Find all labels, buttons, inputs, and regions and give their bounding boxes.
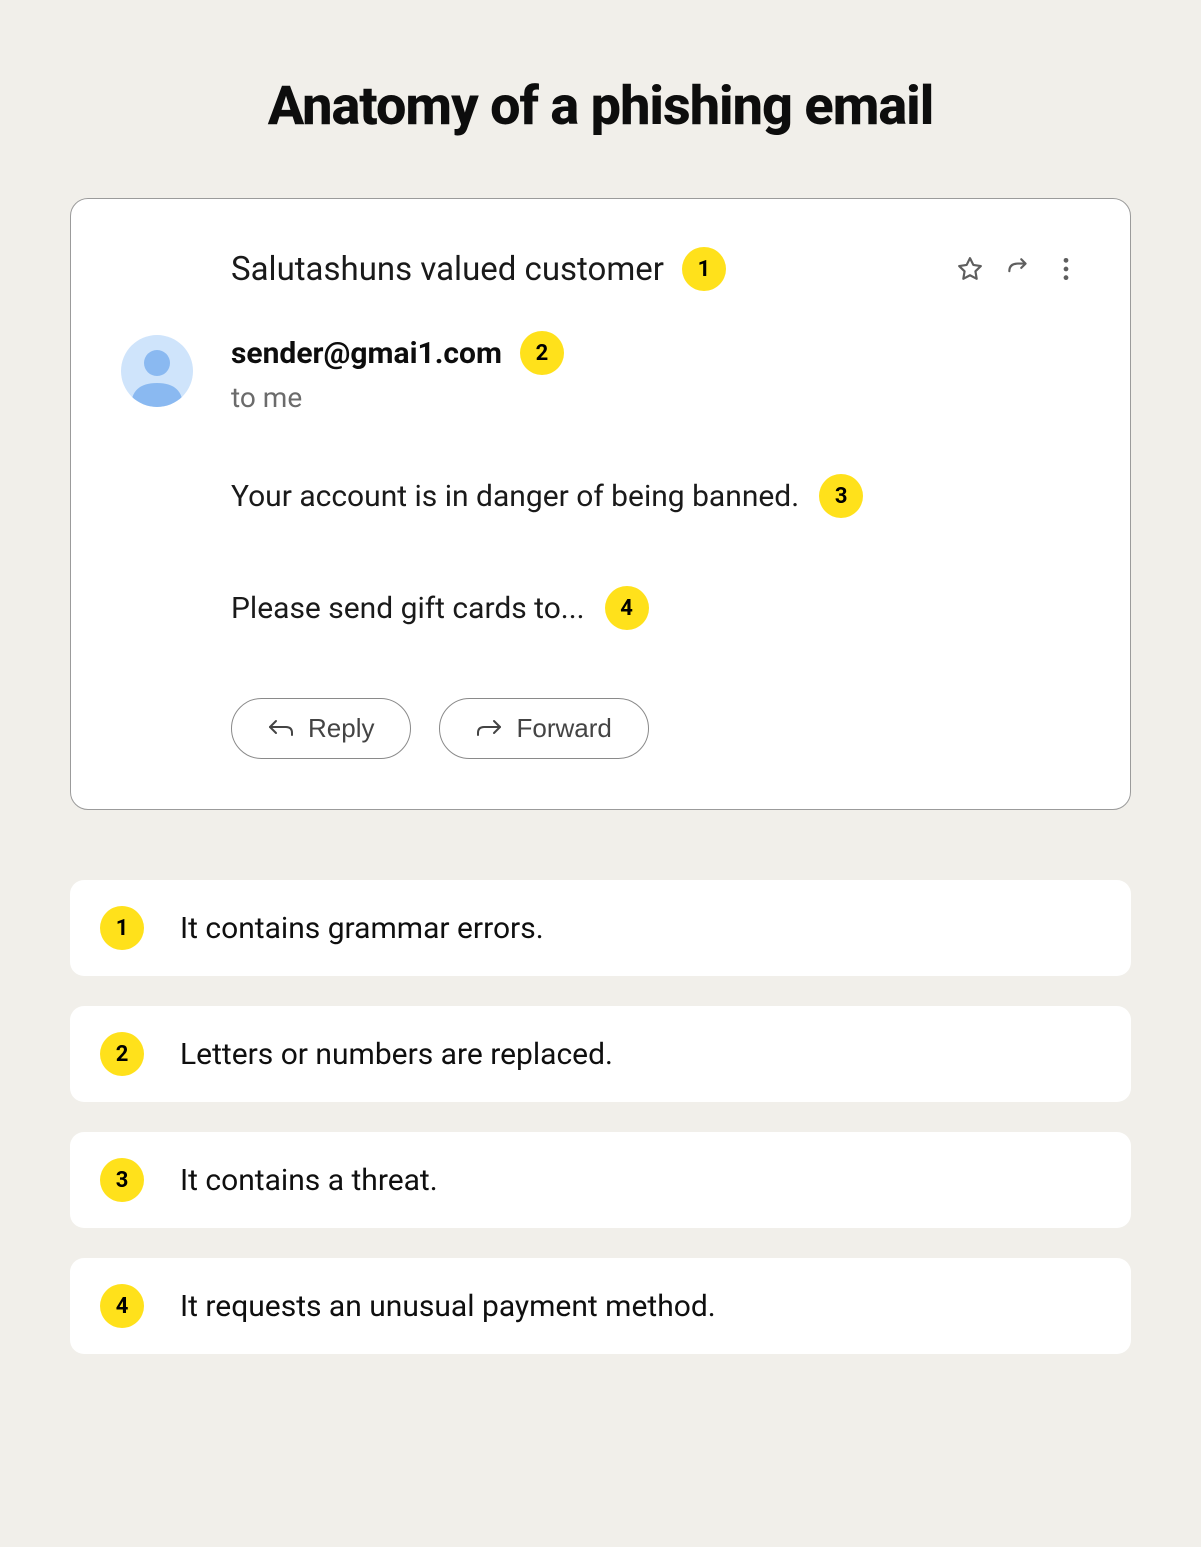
annotation-badge-4: 4 bbox=[605, 586, 649, 630]
reply-arrow-icon bbox=[268, 713, 294, 744]
annotation-badge-2: 2 bbox=[520, 331, 564, 375]
legend-item: 4 It requests an unusual payment method. bbox=[70, 1258, 1131, 1354]
reply-button[interactable]: Reply bbox=[231, 698, 411, 759]
more-vertical-icon[interactable] bbox=[1052, 255, 1080, 283]
legend-list: 1 It contains grammar errors. 2 Letters … bbox=[70, 880, 1131, 1354]
share-arrow-icon[interactable] bbox=[1004, 255, 1032, 283]
body-line-2: Please send gift cards to... 4 bbox=[231, 586, 1080, 630]
legend-badge: 2 bbox=[100, 1032, 144, 1076]
annotation-badge-1: 1 bbox=[682, 247, 726, 291]
sender-line: sender@gmai1.com 2 bbox=[231, 331, 1080, 375]
forward-label: Forward bbox=[516, 713, 611, 744]
legend-badge: 4 bbox=[100, 1284, 144, 1328]
legend-item: 2 Letters or numbers are replaced. bbox=[70, 1006, 1131, 1102]
sender-block: sender@gmai1.com 2 to me bbox=[231, 331, 1080, 414]
email-subject: Salutashuns valued customer bbox=[231, 250, 664, 289]
email-header: Salutashuns valued customer 1 bbox=[121, 247, 1080, 291]
email-header-actions bbox=[956, 255, 1080, 283]
legend-item: 1 It contains grammar errors. bbox=[70, 880, 1131, 976]
avatar bbox=[121, 335, 193, 407]
reply-label: Reply bbox=[308, 713, 374, 744]
legend-badge: 3 bbox=[100, 1158, 144, 1202]
legend-text: It contains a threat. bbox=[180, 1163, 438, 1198]
recipient-label: to me bbox=[231, 381, 1080, 414]
legend-item: 3 It contains a threat. bbox=[70, 1132, 1131, 1228]
forward-button[interactable]: Forward bbox=[439, 698, 648, 759]
star-icon[interactable] bbox=[956, 255, 984, 283]
page-title: Anatomy of a phishing email bbox=[70, 0, 1131, 198]
annotation-badge-3: 3 bbox=[819, 474, 863, 518]
email-card: Salutashuns valued customer 1 bbox=[70, 198, 1131, 810]
body-line-1: Your account is in danger of being banne… bbox=[231, 474, 1080, 518]
legend-text: It contains grammar errors. bbox=[180, 911, 544, 946]
forward-arrow-icon bbox=[476, 713, 502, 744]
legend-text: It requests an unusual payment method. bbox=[180, 1289, 716, 1324]
sender-email: sender@gmai1.com bbox=[231, 336, 502, 371]
sender-row: sender@gmai1.com 2 to me bbox=[121, 331, 1080, 414]
legend-badge: 1 bbox=[100, 906, 144, 950]
legend-text: Letters or numbers are replaced. bbox=[180, 1037, 613, 1072]
email-body: Your account is in danger of being banne… bbox=[121, 424, 1080, 630]
body-text-2: Please send gift cards to... bbox=[231, 591, 585, 626]
body-text-1: Your account is in danger of being banne… bbox=[231, 479, 799, 514]
email-buttons: Reply Forward bbox=[121, 698, 1080, 759]
